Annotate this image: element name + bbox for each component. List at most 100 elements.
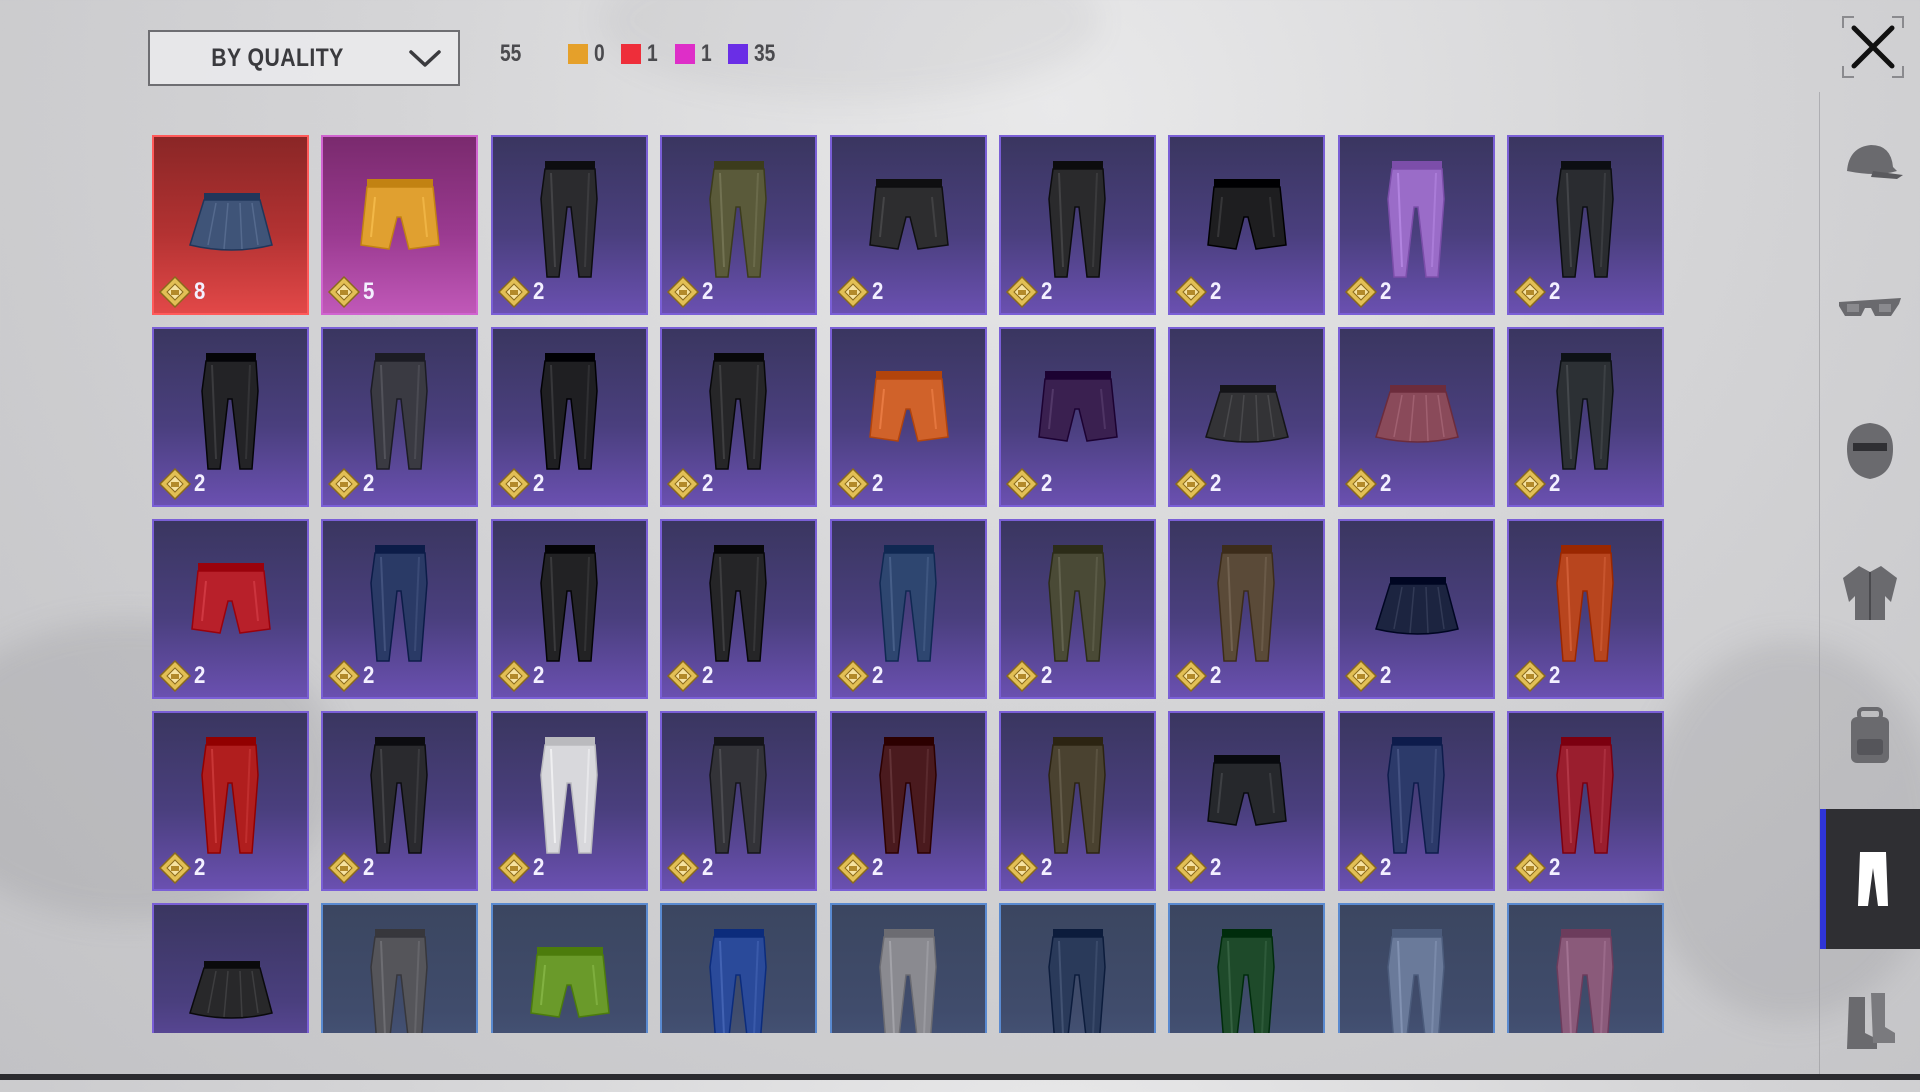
inventory-item-card[interactable]: 2	[829, 711, 987, 891]
item-count-badge: 2	[1344, 659, 1393, 693]
item-count: 2	[194, 854, 206, 881]
inventory-item-card[interactable]: 2	[321, 519, 479, 699]
inventory-item-card[interactable]: 2	[1168, 711, 1326, 891]
item-count: 2	[871, 854, 883, 881]
category-tab-shoes[interactable]	[1820, 952, 1920, 1092]
inventory-item-card[interactable]: 5	[321, 135, 479, 315]
item-count-badge: 2	[1005, 659, 1054, 693]
token-icon	[667, 467, 700, 501]
inventory-item-card[interactable]: 2	[1507, 519, 1665, 699]
inventory-item-card[interactable]: 2	[1507, 327, 1665, 507]
token-icon	[836, 659, 869, 693]
inventory-item-card[interactable]: 2	[829, 519, 987, 699]
token-icon	[1175, 659, 1208, 693]
item-count: 2	[1549, 470, 1561, 497]
item-count: 2	[1040, 470, 1053, 497]
inventory-item-card[interactable]	[152, 903, 309, 1033]
item-count: 5	[363, 278, 375, 305]
inventory-item-card[interactable]: 2	[321, 327, 479, 507]
inventory-item-card[interactable]	[490, 903, 648, 1033]
category-tab-backpack[interactable]	[1820, 666, 1920, 806]
inventory-item-card[interactable]: 2	[1337, 711, 1495, 891]
inventory-item-card[interactable]: 2	[1168, 135, 1326, 315]
inventory-item-card[interactable]	[1337, 903, 1495, 1033]
inventory-item-card[interactable]: 2	[1337, 519, 1495, 699]
inventory-item-card[interactable]: 2	[152, 711, 309, 891]
item-count: 2	[363, 470, 375, 497]
inventory-item-card[interactable]: 2	[490, 519, 648, 699]
pants-icon	[1556, 929, 1614, 1033]
backpack-icon	[1851, 707, 1889, 763]
sort-dropdown-label: BY QUALITY	[211, 43, 344, 72]
inventory-item-card[interactable]	[1507, 903, 1665, 1033]
inventory-item-card[interactable]: 8	[152, 135, 309, 315]
category-tab-pants[interactable]	[1820, 809, 1920, 949]
inventory-item-card[interactable]: 2	[998, 711, 1156, 891]
token-icon	[667, 851, 700, 885]
item-count: 2	[1210, 662, 1222, 689]
token-icon	[328, 467, 361, 501]
inventory-item-card[interactable]: 2	[829, 135, 987, 315]
inventory-item-card[interactable]: 2	[490, 327, 648, 507]
quality-counter: 1	[621, 42, 660, 66]
token-icon	[328, 851, 361, 885]
inventory-item-card[interactable]: 2	[1337, 327, 1495, 507]
quality-counter: 1	[674, 42, 714, 66]
item-count: 2	[532, 662, 545, 689]
pants-icon	[1386, 929, 1445, 1033]
token-icon	[497, 851, 530, 885]
jacket-icon	[1843, 566, 1897, 620]
item-count-badge: 2	[1174, 851, 1223, 885]
quality-counter: 35	[728, 42, 781, 66]
category-tab-glasses[interactable]	[1820, 237, 1920, 377]
inventory-item-card[interactable]: 2	[490, 135, 648, 315]
token-icon	[836, 467, 869, 501]
inventory-item-card[interactable]: 2	[998, 135, 1156, 315]
inventory-item-card[interactable]	[1168, 903, 1326, 1033]
chevron-down-icon	[409, 50, 441, 67]
item-count: 8	[194, 278, 206, 305]
inventory-item-card[interactable]: 2	[660, 135, 818, 315]
inventory-item-card[interactable]: 2	[998, 327, 1156, 507]
inventory-item-card[interactable]	[321, 903, 479, 1033]
inventory-item-card[interactable]: 2	[152, 327, 309, 507]
token-icon	[1005, 275, 1039, 309]
token-icon	[328, 275, 361, 309]
item-count: 2	[532, 470, 545, 497]
token-icon	[1175, 851, 1208, 885]
inventory-item-card[interactable]: 2	[1507, 135, 1665, 315]
inventory-item-card[interactable]: 2	[152, 519, 309, 699]
close-button[interactable]	[1842, 16, 1904, 78]
token-icon	[1344, 659, 1377, 693]
inventory-item-card[interactable]	[998, 903, 1156, 1033]
inventory-item-card[interactable]: 2	[829, 327, 987, 507]
inventory-item-card[interactable]: 2	[1337, 135, 1495, 315]
item-count: 2	[194, 470, 206, 497]
inventory-item-card[interactable]	[660, 903, 818, 1033]
inventory-item-card[interactable]: 2	[660, 711, 818, 891]
quality-counters: 0 1 1 35	[568, 42, 795, 66]
item-count: 2	[871, 470, 883, 497]
item-count-badge: 2	[1005, 851, 1054, 885]
category-tab-hat[interactable]	[1820, 94, 1920, 234]
category-tab-top[interactable]	[1820, 523, 1920, 663]
pants-icon	[1217, 929, 1276, 1033]
inventory-item-card[interactable]: 2	[660, 519, 818, 699]
inventory-item-card[interactable]: 2	[660, 327, 818, 507]
inventory-item-card[interactable]	[829, 903, 987, 1033]
category-tab-mask[interactable]	[1820, 380, 1920, 520]
inventory-item-card[interactable]: 2	[321, 711, 479, 891]
item-count-badge: 2	[1005, 275, 1054, 309]
inventory-item-card[interactable]: 2	[1168, 519, 1326, 699]
item-count: 2	[871, 278, 883, 305]
item-count-badge: 2	[666, 275, 715, 309]
token-icon	[1005, 659, 1039, 693]
inventory-item-card[interactable]: 2	[490, 711, 648, 891]
token-icon	[1175, 275, 1208, 309]
inventory-item-card[interactable]: 2	[1168, 327, 1326, 507]
inventory-item-card[interactable]: 2	[1507, 711, 1665, 891]
sort-dropdown[interactable]: BY QUALITY	[148, 30, 460, 86]
inventory-item-card[interactable]: 2	[998, 519, 1156, 699]
item-count-badge: 2	[836, 851, 885, 885]
item-count: 2	[1379, 470, 1392, 497]
